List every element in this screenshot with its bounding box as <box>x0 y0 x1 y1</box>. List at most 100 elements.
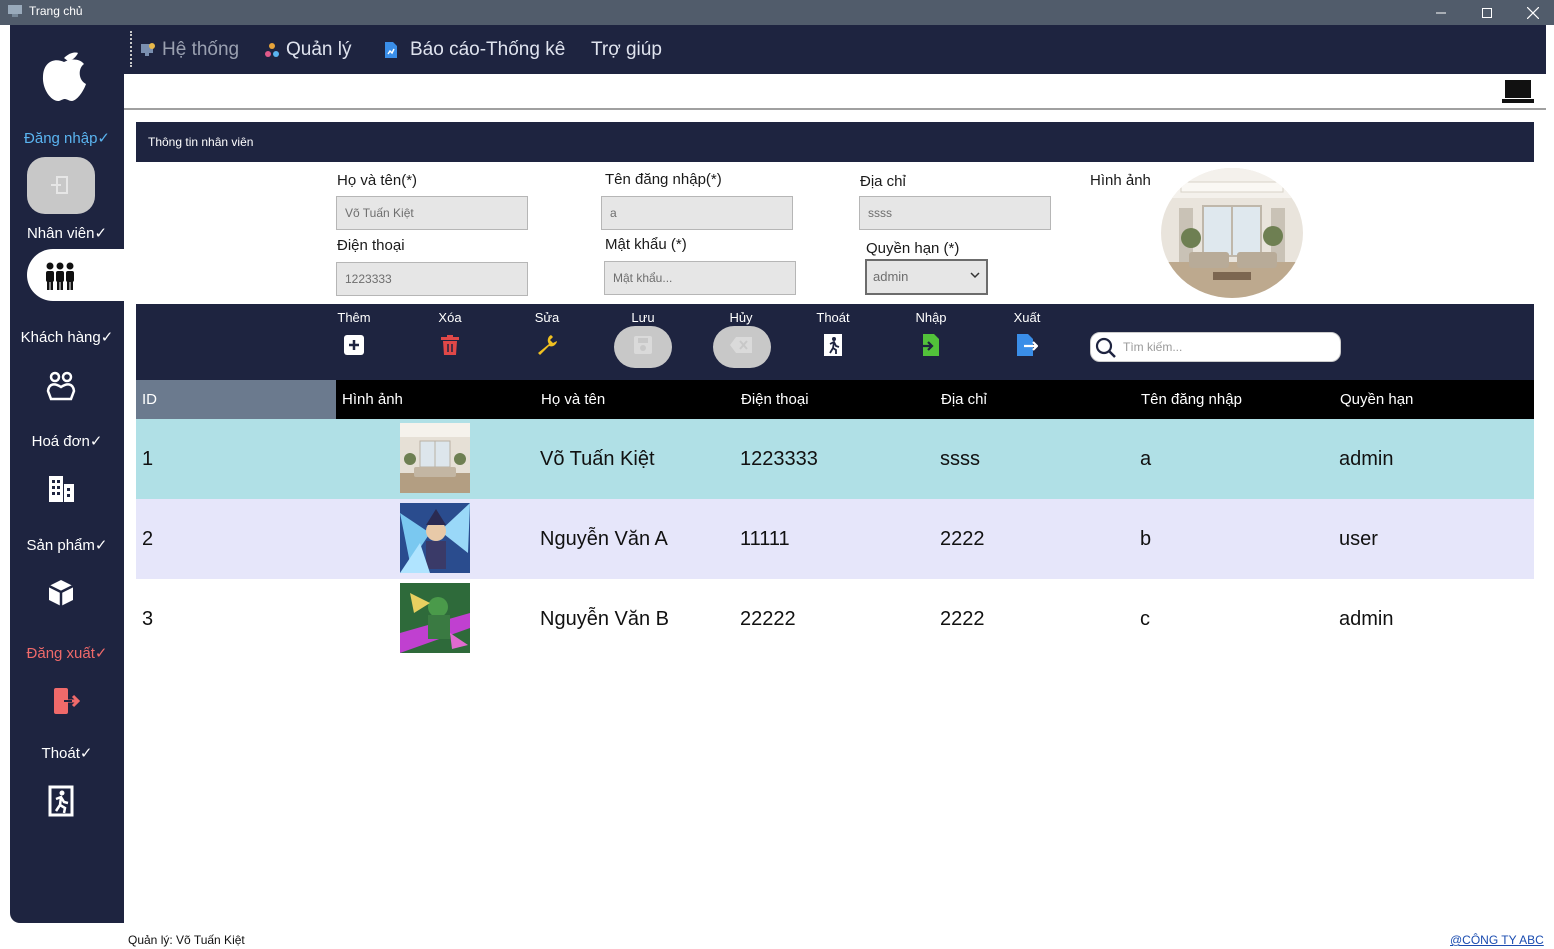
col-role[interactable]: Quyền hạn <box>1340 391 1413 408</box>
table-header: ID Hình ảnh Họ và tên Điện thoại Địa chỉ… <box>136 380 1534 419</box>
app-icon <box>8 5 22 17</box>
cell-role: admin <box>1339 448 1394 470</box>
minimize-button[interactable] <box>1418 0 1464 25</box>
maximize-button[interactable] <box>1464 0 1510 25</box>
password-input[interactable]: Mật khẩu... <box>604 261 796 295</box>
cell-address: 2222 <box>940 528 985 550</box>
sidebar-invoice-button[interactable] <box>41 469 81 509</box>
import-button[interactable]: Nhập <box>901 310 961 357</box>
company-link[interactable]: @CÔNG TY ABC <box>1450 933 1544 947</box>
delete-label: Xóa <box>438 310 462 325</box>
system-icon <box>141 43 155 56</box>
col-name[interactable]: Họ và tên <box>541 391 605 408</box>
cell-id: 2 <box>142 528 154 550</box>
export-label: Xuất <box>1013 310 1041 325</box>
save-label: Lưu <box>631 310 655 325</box>
edit-label: Sửa <box>534 310 560 325</box>
menu-grip[interactable] <box>130 31 132 67</box>
menu-manage[interactable]: Quản lý <box>264 39 351 61</box>
table-row[interactable]: 3 Nguyễn Văn B 22222 2222 c admin <box>136 579 1534 659</box>
sidebar-label-logout: Đăng xuất✓ <box>26 645 108 662</box>
role-select-value: admin <box>873 269 909 284</box>
fullname-label: Họ và tên(*) <box>337 172 418 189</box>
staff-icon <box>46 262 74 290</box>
role-label: Quyền hạn (*) <box>866 240 960 257</box>
add-label: Thêm <box>337 310 371 325</box>
table-row[interactable]: 1 Võ Tuấn Kiệt 1223333 ssss a admin <box>136 419 1534 499</box>
phone-input[interactable]: 1223333 <box>336 262 528 296</box>
search-icon <box>1095 337 1116 358</box>
sidebar-product-button[interactable] <box>41 573 81 613</box>
sidebar-staff-button[interactable] <box>27 249 124 301</box>
fullname-input[interactable]: Võ Tuấn Kiệt <box>336 196 528 230</box>
sidebar-label-login: Đăng nhập✓ <box>24 130 110 147</box>
cell-name: Nguyễn Văn A <box>540 528 668 550</box>
add-button[interactable]: Thêm <box>324 310 384 357</box>
employee-thumbnail <box>400 423 470 493</box>
plus-square-icon <box>344 335 364 355</box>
wrench-icon <box>538 335 557 355</box>
room-photo-image <box>1161 168 1303 298</box>
cancel-label: Hủy <box>729 310 753 325</box>
sidebar-login-button[interactable] <box>27 157 95 214</box>
trash-icon <box>441 335 459 355</box>
invoice-icon <box>49 476 74 502</box>
import-icon <box>921 334 939 356</box>
report-icon <box>385 42 397 58</box>
cell-name: Nguyễn Văn B <box>540 608 669 630</box>
cell-phone: 1223333 <box>740 448 818 470</box>
laptop-icon[interactable] <box>1502 78 1534 106</box>
sidebar-label-staff: Nhân viên✓ <box>26 225 108 242</box>
menu-report-label: Báo cáo-Thống kê <box>410 39 566 60</box>
employee-photo[interactable] <box>1161 168 1303 298</box>
manage-icon <box>265 43 279 57</box>
logout-icon <box>54 688 80 714</box>
menu-system-label: Hệ thống <box>162 39 240 60</box>
menu-help[interactable]: Trợ giúp <box>591 39 662 61</box>
sidebar-label-customer: Khách hàng✓ <box>20 329 114 346</box>
username-input[interactable]: a <box>601 196 793 230</box>
exit-door-icon <box>824 334 842 356</box>
menu-manage-label: Quản lý <box>286 39 352 60</box>
username-label: Tên đăng nhập(*) <box>605 171 722 188</box>
col-id[interactable]: ID <box>142 391 157 408</box>
sidebar-customer-button[interactable] <box>41 365 81 405</box>
action-bar: Thêm Xóa Sửa Lưu Hủy Thoát Nhập Xuất Tìm… <box>136 304 1534 380</box>
edit-button[interactable]: Sửa <box>517 310 577 357</box>
title-bar: Trang chủ <box>0 0 1554 25</box>
role-select[interactable]: admin <box>865 259 988 295</box>
close-button[interactable] <box>1510 0 1554 25</box>
menu-help-label: Trợ giúp <box>591 39 662 60</box>
cell-id: 1 <box>142 448 154 470</box>
sidebar-label-invoice: Hoá đơn✓ <box>31 433 103 450</box>
customer-icon <box>46 371 76 401</box>
cell-name: Võ Tuấn Kiệt <box>540 448 655 470</box>
col-phone[interactable]: Điện thoại <box>741 391 809 408</box>
address-input[interactable]: ssss <box>859 196 1051 230</box>
sidebar-logout-button[interactable] <box>45 681 85 721</box>
phone-label: Điện thoại <box>337 237 405 254</box>
exit-button[interactable]: Thoát <box>803 310 863 357</box>
status-manager: Quản lý: Võ Tuấn Kiệt <box>128 933 245 947</box>
search-input[interactable]: Tìm kiếm... <box>1123 340 1182 354</box>
menu-report[interactable]: Báo cáo-Thống kê <box>382 39 565 61</box>
col-username[interactable]: Tên đăng nhập <box>1141 391 1242 408</box>
cell-address: ssss <box>940 448 980 470</box>
export-button[interactable]: Xuất <box>997 310 1057 357</box>
apple-logo-icon <box>42 52 86 102</box>
password-label: Mật khẩu (*) <box>605 236 687 253</box>
cancel-button[interactable]: Hủy <box>711 310 771 357</box>
menu-system[interactable]: Hệ thống <box>140 39 239 61</box>
top-menu-bar: Hệ thống Quản lý Báo cáo-Thống kê Trợ gi… <box>124 25 1546 74</box>
table-row[interactable]: 2 Nguyễn Văn A 11111 2222 b user <box>136 499 1534 579</box>
col-address[interactable]: Địa chỉ <box>941 391 987 408</box>
window-title: Trang chủ <box>29 4 83 18</box>
exit-icon <box>48 785 74 817</box>
search-box[interactable]: Tìm kiếm... <box>1090 332 1341 362</box>
backspace-icon <box>730 337 752 353</box>
delete-button[interactable]: Xóa <box>420 310 480 357</box>
sidebar-exit-button[interactable] <box>41 781 81 821</box>
employee-info-header: Thông tin nhân viên <box>136 122 1534 162</box>
save-button[interactable]: Lưu <box>613 310 673 357</box>
col-image[interactable]: Hình ảnh <box>342 391 403 408</box>
